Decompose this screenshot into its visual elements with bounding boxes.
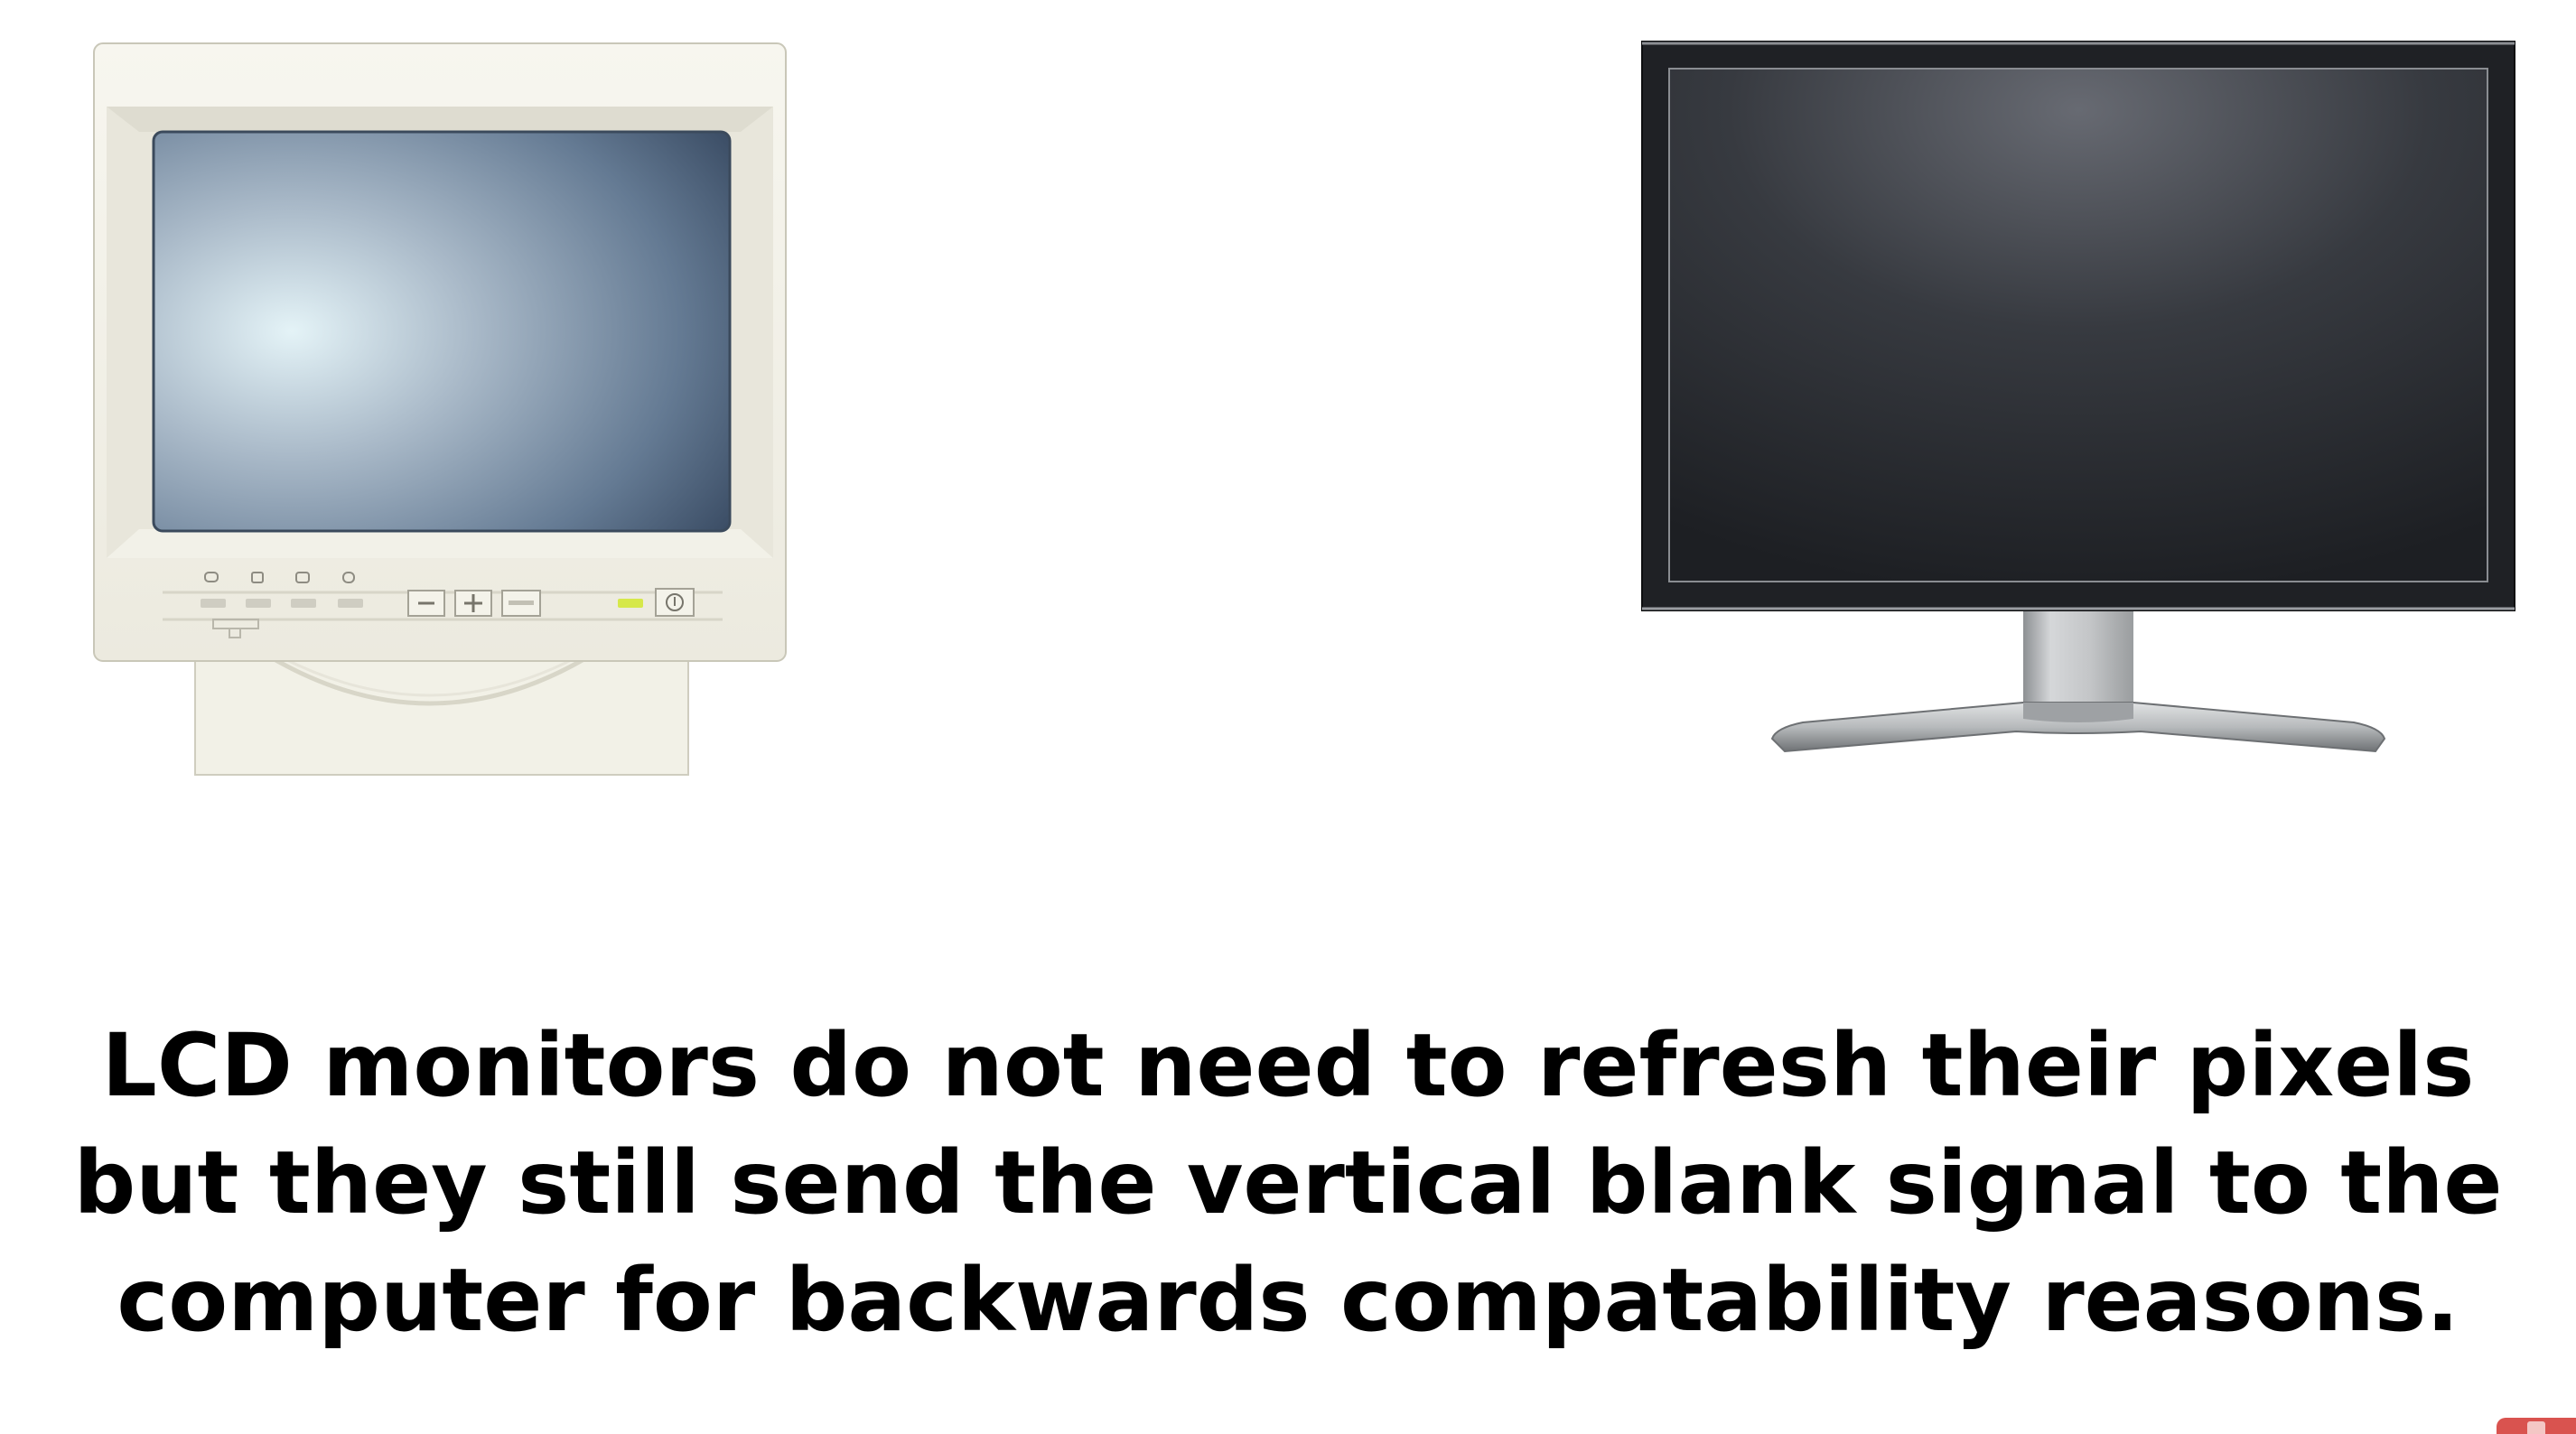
lcd-monitor-icon [1641, 41, 2515, 753]
crt-power-led [618, 599, 643, 608]
crt-minus-button [407, 590, 445, 617]
caption-line-2: but they still send the vertical blank s… [73, 1132, 2503, 1234]
crt-select-button [501, 590, 541, 617]
crt-stand [194, 656, 689, 776]
crt-screen [152, 130, 732, 533]
lcd-screen [1668, 68, 2488, 582]
crt-power-button [655, 588, 695, 617]
caption-line-3: computer for backwards compatability rea… [117, 1250, 2459, 1351]
corner-tab-icon [2497, 1418, 2576, 1434]
caption: LCD monitors do not need to refresh thei… [0, 1007, 2576, 1359]
crt-plus-button [454, 590, 492, 617]
caption-line-1: LCD monitors do not need to refresh thei… [101, 1015, 2475, 1116]
crt-monitor-icon [93, 42, 787, 776]
